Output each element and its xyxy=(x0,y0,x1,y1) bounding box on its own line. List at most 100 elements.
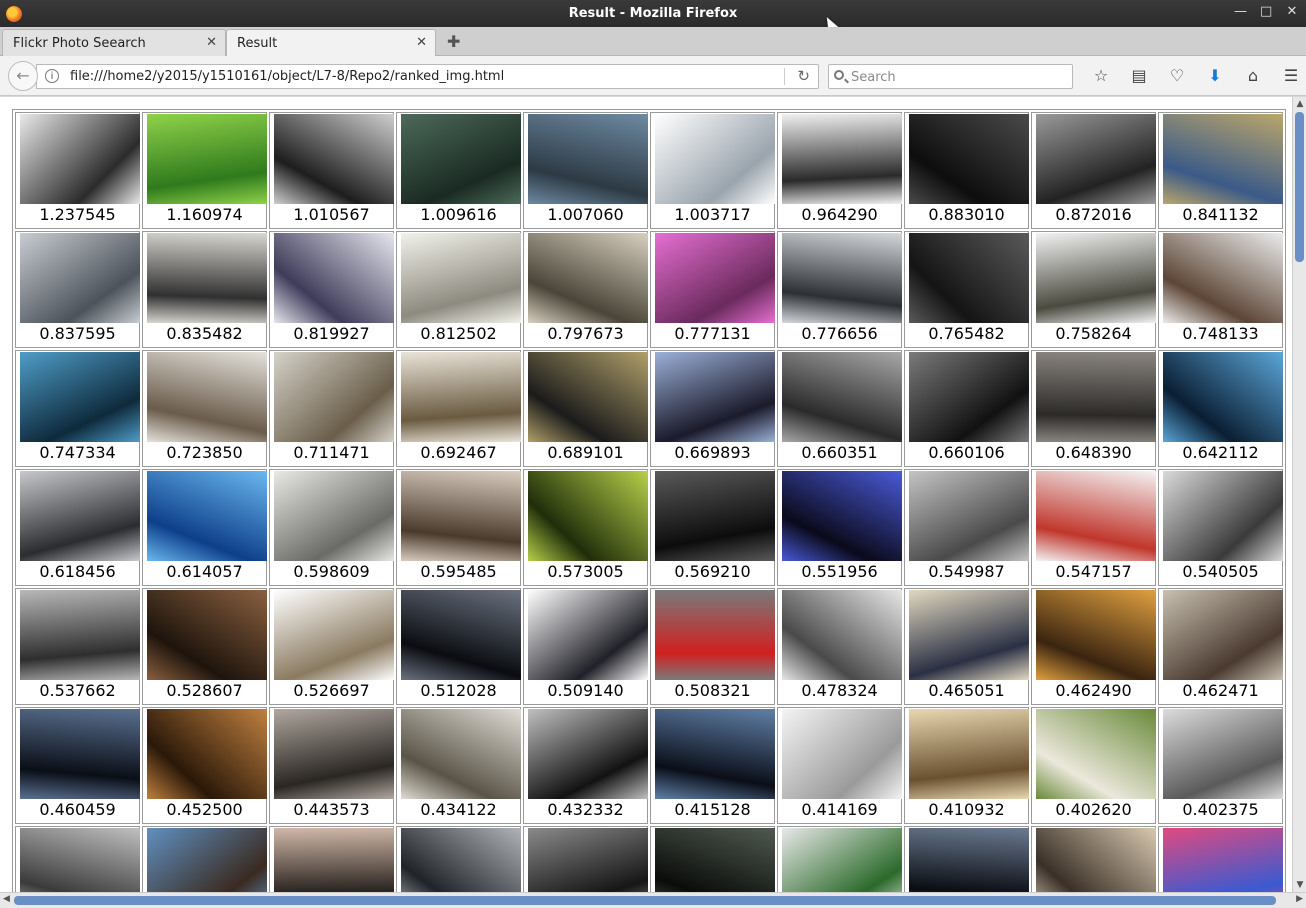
result-thumbnail[interactable] xyxy=(1163,590,1283,680)
result-thumbnail[interactable] xyxy=(20,114,140,204)
result-thumbnail[interactable] xyxy=(909,114,1029,204)
result-thumbnail[interactable] xyxy=(528,828,648,892)
reload-icon[interactable]: ↻ xyxy=(797,67,810,85)
result-thumbnail[interactable] xyxy=(655,828,775,892)
download-icon[interactable]: ⬇ xyxy=(1196,65,1234,87)
result-thumbnail[interactable] xyxy=(401,828,521,892)
result-thumbnail[interactable] xyxy=(1036,590,1156,680)
result-thumbnail[interactable] xyxy=(274,114,394,204)
result-thumbnail[interactable] xyxy=(655,709,775,799)
result-thumbnail[interactable] xyxy=(147,590,267,680)
tab-flickr-photo-search[interactable]: Flickr Photo Seearch ✕ xyxy=(2,29,226,56)
result-cell: 0.402375 xyxy=(1158,707,1283,824)
close-window-icon[interactable]: ✕ xyxy=(1286,4,1298,19)
result-thumbnail[interactable] xyxy=(1036,471,1156,561)
result-thumbnail[interactable] xyxy=(1036,828,1156,892)
result-thumbnail[interactable] xyxy=(1163,709,1283,799)
result-thumbnail[interactable] xyxy=(401,233,521,323)
result-thumbnail[interactable] xyxy=(1163,352,1283,442)
result-thumbnail[interactable] xyxy=(655,590,775,680)
tab-result[interactable]: Result ✕ xyxy=(226,29,436,56)
result-thumbnail[interactable] xyxy=(655,233,775,323)
search-bar[interactable] xyxy=(828,64,1073,89)
bookmark-star-icon[interactable]: ☆ xyxy=(1082,65,1120,87)
result-thumbnail[interactable] xyxy=(147,828,267,892)
result-thumbnail[interactable] xyxy=(909,471,1029,561)
result-thumbnail[interactable] xyxy=(274,828,394,892)
menu-icon[interactable]: ☰ xyxy=(1272,65,1306,87)
result-thumbnail[interactable] xyxy=(147,114,267,204)
result-thumbnail[interactable] xyxy=(782,471,902,561)
result-thumbnail[interactable] xyxy=(1163,471,1283,561)
result-thumbnail[interactable] xyxy=(274,590,394,680)
result-thumbnail[interactable] xyxy=(782,114,902,204)
result-thumbnail[interactable] xyxy=(782,709,902,799)
result-thumbnail[interactable] xyxy=(147,352,267,442)
result-thumbnail[interactable] xyxy=(655,471,775,561)
result-thumbnail[interactable] xyxy=(909,828,1029,892)
result-thumbnail[interactable] xyxy=(909,352,1029,442)
reading-list-icon[interactable]: ▤ xyxy=(1120,65,1158,87)
result-thumbnail[interactable] xyxy=(528,352,648,442)
result-thumbnail[interactable] xyxy=(1163,114,1283,204)
result-thumbnail[interactable] xyxy=(528,114,648,204)
scroll-down-icon[interactable]: ▼ xyxy=(1293,878,1306,892)
result-thumbnail[interactable] xyxy=(20,590,140,680)
result-thumbnail[interactable] xyxy=(528,709,648,799)
result-thumbnail[interactable] xyxy=(401,114,521,204)
vertical-scroll-thumb[interactable] xyxy=(1295,112,1304,262)
back-button[interactable]: ← xyxy=(8,61,38,91)
result-thumbnail[interactable] xyxy=(401,352,521,442)
result-thumbnail[interactable] xyxy=(909,709,1029,799)
result-thumbnail[interactable] xyxy=(528,590,648,680)
minimize-icon[interactable]: — xyxy=(1234,4,1247,19)
result-thumbnail[interactable] xyxy=(274,352,394,442)
scroll-left-icon[interactable]: ◀ xyxy=(3,894,10,904)
result-thumbnail[interactable] xyxy=(274,233,394,323)
result-thumbnail[interactable] xyxy=(655,114,775,204)
result-thumbnail[interactable] xyxy=(274,471,394,561)
close-tab-icon[interactable]: ✕ xyxy=(206,35,217,50)
result-thumbnail[interactable] xyxy=(401,471,521,561)
search-input[interactable] xyxy=(851,68,1066,86)
result-thumbnail[interactable] xyxy=(401,590,521,680)
vertical-scrollbar[interactable]: ▲ ▼ xyxy=(1292,97,1306,892)
result-thumbnail[interactable] xyxy=(528,471,648,561)
horizontal-scroll-thumb[interactable] xyxy=(14,896,1276,905)
scroll-up-icon[interactable]: ▲ xyxy=(1293,97,1306,111)
scroll-right-icon[interactable]: ▶ xyxy=(1296,894,1303,904)
maximize-icon[interactable]: □ xyxy=(1260,4,1272,19)
result-thumbnail[interactable] xyxy=(147,709,267,799)
info-icon[interactable]: i xyxy=(45,69,59,83)
close-tab-icon[interactable]: ✕ xyxy=(416,35,427,50)
result-thumbnail[interactable] xyxy=(1036,709,1156,799)
url-text[interactable]: file:///home2/y2015/y1510161/object/L7-8… xyxy=(70,69,504,84)
result-thumbnail[interactable] xyxy=(528,233,648,323)
result-thumbnail[interactable] xyxy=(20,352,140,442)
horizontal-scrollbar[interactable]: ◀ ▶ xyxy=(0,892,1306,908)
url-bar[interactable]: i file:///home2/y2015/y1510161/object/L7… xyxy=(36,64,819,89)
result-thumbnail[interactable] xyxy=(1036,114,1156,204)
result-thumbnail[interactable] xyxy=(20,471,140,561)
result-thumbnail[interactable] xyxy=(147,233,267,323)
result-thumbnail[interactable] xyxy=(782,352,902,442)
result-thumbnail[interactable] xyxy=(20,233,140,323)
result-thumbnail[interactable] xyxy=(1036,233,1156,323)
result-thumbnail[interactable] xyxy=(147,471,267,561)
result-thumbnail[interactable] xyxy=(782,828,902,892)
pocket-icon[interactable]: ♡ xyxy=(1158,65,1196,87)
result-thumbnail[interactable] xyxy=(782,590,902,680)
result-thumbnail[interactable] xyxy=(20,828,140,892)
result-thumbnail[interactable] xyxy=(20,709,140,799)
home-icon[interactable]: ⌂ xyxy=(1234,65,1272,87)
new-tab-icon[interactable]: ✚ xyxy=(447,32,460,51)
result-thumbnail[interactable] xyxy=(909,233,1029,323)
result-thumbnail[interactable] xyxy=(274,709,394,799)
result-thumbnail[interactable] xyxy=(909,590,1029,680)
result-thumbnail[interactable] xyxy=(655,352,775,442)
result-thumbnail[interactable] xyxy=(1163,828,1283,892)
result-thumbnail[interactable] xyxy=(1163,233,1283,323)
result-thumbnail[interactable] xyxy=(1036,352,1156,442)
result-thumbnail[interactable] xyxy=(782,233,902,323)
result-thumbnail[interactable] xyxy=(401,709,521,799)
